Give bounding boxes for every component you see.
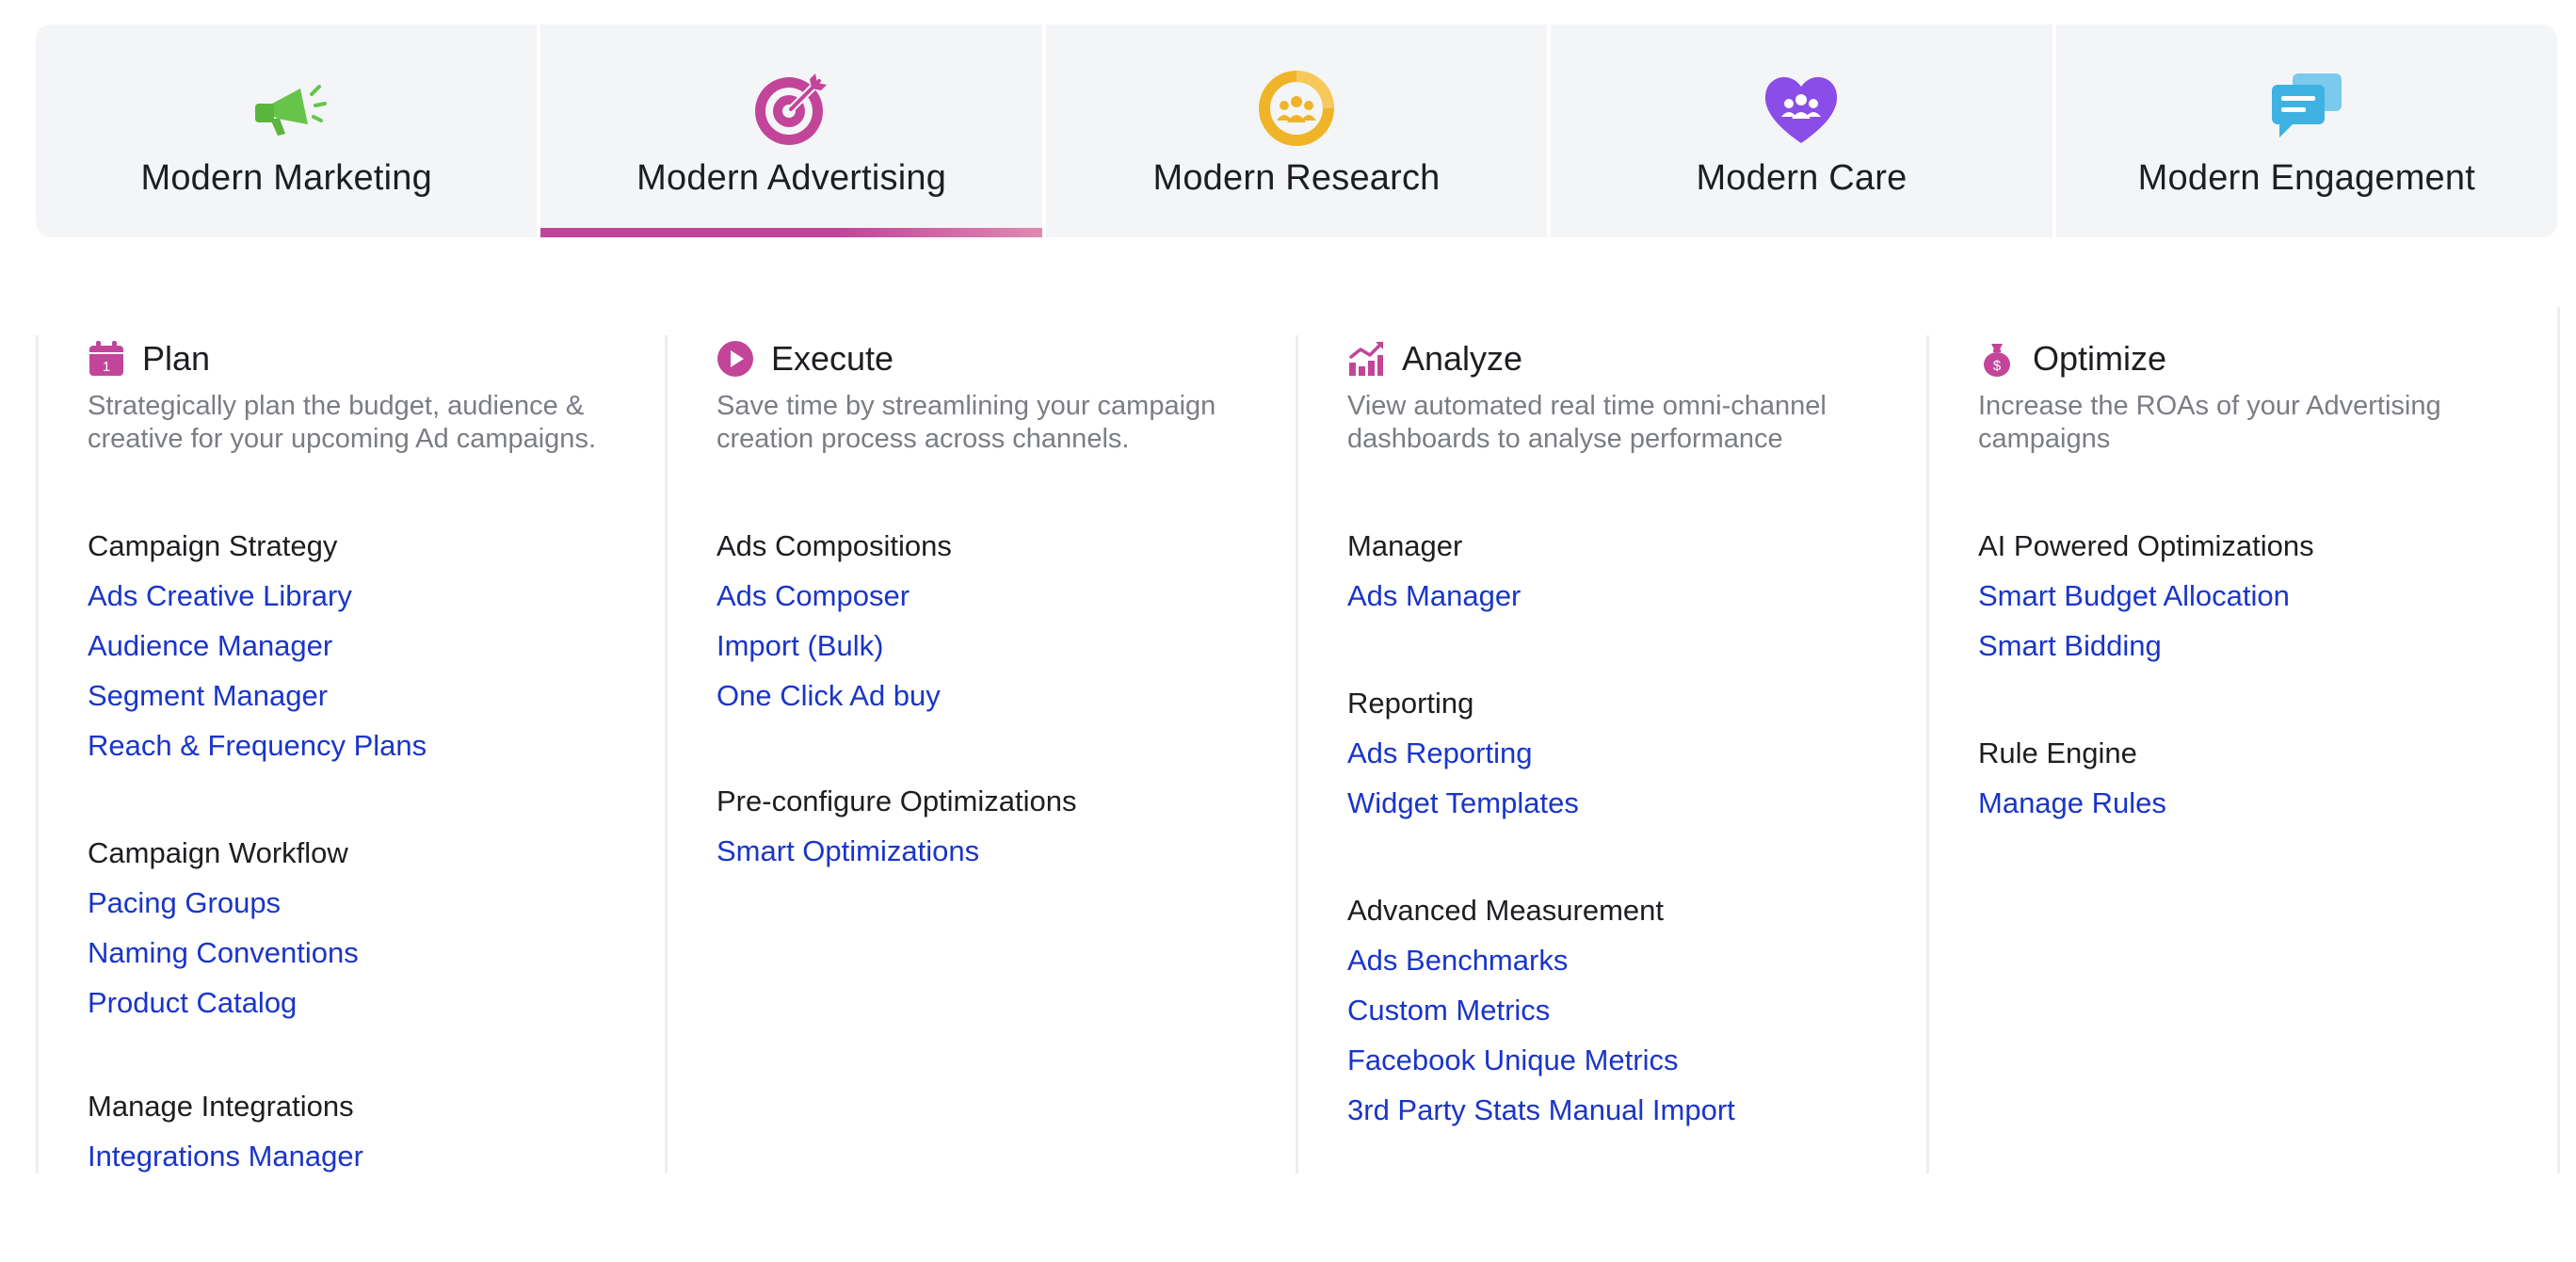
group-advanced-measurement: Advanced Measurement Ads Benchmarks Cust…	[1347, 886, 1908, 1135]
group-manage-integrations: Manage Integrations Integrations Manager	[88, 1082, 646, 1181]
tab-modern-marketing[interactable]: Modern Marketing	[36, 24, 538, 237]
link-ads-creative-library[interactable]: Ads Creative Library	[88, 571, 646, 621]
target-icon	[749, 66, 834, 151]
group-title: Manage Integrations	[88, 1090, 354, 1123]
tab-label: Modern Marketing	[140, 158, 432, 198]
column-description: Strategically plan the budget, audience …	[88, 391, 596, 454]
megaphone-icon	[244, 66, 329, 151]
chart-icon	[1347, 340, 1385, 378]
group-campaign-workflow: Campaign Workflow Pacing Groups Naming C…	[88, 829, 646, 1027]
link-pacing-groups[interactable]: Pacing Groups	[88, 878, 646, 928]
group-reporting: Reporting Ads Reporting Widget Templates	[1347, 679, 1908, 828]
group-campaign-strategy: Campaign Strategy Ads Creative Library A…	[88, 522, 646, 770]
column-title: Optimize	[2033, 339, 2167, 378]
svg-text:$: $	[1993, 358, 2002, 374]
link-ads-composer[interactable]: Ads Composer	[716, 571, 1277, 621]
link-3rd-party-stats-manual-import[interactable]: 3rd Party Stats Manual Import	[1347, 1085, 1908, 1135]
link-custom-metrics[interactable]: Custom Metrics	[1347, 985, 1908, 1035]
tab-label: Modern Care	[1696, 158, 1908, 198]
link-segment-manager[interactable]: Segment Manager	[88, 671, 646, 720]
tab-modern-research[interactable]: Modern Research	[1045, 24, 1548, 237]
link-ads-benchmarks[interactable]: Ads Benchmarks	[1347, 935, 1908, 985]
column-optimize: $ Optimize Increase the ROAs of your Adv…	[1926, 335, 2557, 1173]
calendar-icon: 1	[88, 340, 125, 378]
link-smart-optimizations[interactable]: Smart Optimizations	[716, 826, 1277, 876]
group-title: Advanced Measurement	[1347, 894, 1665, 927]
chat-bubbles-icon	[2264, 66, 2349, 151]
group-title: Campaign Strategy	[88, 529, 338, 562]
column-description: View automated real time omni-channel da…	[1347, 391, 1827, 454]
group-title: AI Powered Optimizations	[1978, 529, 2314, 562]
link-reach-frequency-plans[interactable]: Reach & Frequency Plans	[88, 720, 646, 770]
group-title: Ads Compositions	[716, 529, 952, 562]
link-audience-manager[interactable]: Audience Manager	[88, 621, 646, 671]
tab-label: Modern Advertising	[636, 158, 947, 198]
tab-modern-engagement[interactable]: Modern Engagement	[2055, 24, 2557, 237]
column-description: Save time by streamlining your campaign …	[716, 391, 1216, 454]
link-one-click-ad-buy[interactable]: One Click Ad buy	[716, 671, 1277, 720]
product-tabs: Modern Marketing Modern Advertising Mode…	[36, 24, 2557, 237]
mega-menu: Modern Marketing Modern Advertising Mode…	[0, 0, 2576, 1262]
tab-label: Modern Research	[1152, 158, 1441, 198]
link-product-catalog[interactable]: Product Catalog	[88, 978, 646, 1027]
group-title: Campaign Workflow	[88, 836, 348, 869]
money-bag-icon: $	[1978, 340, 2016, 378]
link-ads-manager[interactable]: Ads Manager	[1347, 571, 1908, 621]
column-title: Plan	[142, 339, 211, 378]
column-analyze: Analyze View automated real time omni-ch…	[1296, 335, 1926, 1173]
tab-modern-care[interactable]: Modern Care	[1551, 24, 2053, 237]
column-execute: Execute Save time by streamlining your c…	[665, 335, 1296, 1173]
tab-label: Modern Engagement	[2137, 158, 2475, 198]
link-import-bulk[interactable]: Import (Bulk)	[716, 621, 1277, 671]
link-smart-bidding[interactable]: Smart Bidding	[1978, 621, 2538, 671]
column-title: Analyze	[1402, 339, 1523, 378]
link-manage-rules[interactable]: Manage Rules	[1978, 778, 2538, 828]
column-title: Execute	[771, 339, 894, 378]
advertising-menu-columns: 1 Plan Strategically plan the budget, au…	[0, 307, 2576, 1173]
link-naming-conventions[interactable]: Naming Conventions	[88, 928, 646, 978]
link-smart-budget-allocation[interactable]: Smart Budget Allocation	[1978, 571, 2538, 621]
group-title: Manager	[1347, 529, 1463, 562]
tab-modern-advertising[interactable]: Modern Advertising	[540, 24, 1042, 237]
group-ads-compositions: Ads Compositions Ads Composer Import (Bu…	[716, 522, 1277, 720]
column-description: Increase the ROAs of your Advertising ca…	[1978, 391, 2441, 454]
play-icon	[716, 340, 754, 378]
group-title: Pre-configure Optimizations	[716, 785, 1077, 817]
column-plan: 1 Plan Strategically plan the budget, au…	[36, 335, 665, 1173]
column-divider	[2557, 307, 2560, 1173]
people-circle-icon	[1254, 66, 1339, 151]
heart-people-icon	[1759, 66, 1843, 151]
group-ai-powered-optimizations: AI Powered Optimizations Smart Budget Al…	[1978, 522, 2538, 671]
link-widget-templates[interactable]: Widget Templates	[1347, 778, 1908, 828]
group-pre-configure-optimizations: Pre-configure Optimizations Smart Optimi…	[716, 777, 1277, 876]
group-title: Rule Engine	[1978, 736, 2137, 769]
group-title: Reporting	[1347, 687, 1474, 720]
active-tab-indicator	[540, 228, 1042, 237]
link-facebook-unique-metrics[interactable]: Facebook Unique Metrics	[1347, 1035, 1908, 1085]
group-manager: Manager Ads Manager	[1347, 522, 1908, 621]
svg-text:1: 1	[103, 359, 110, 375]
link-integrations-manager[interactable]: Integrations Manager	[88, 1131, 646, 1181]
group-rule-engine: Rule Engine Manage Rules	[1978, 729, 2538, 828]
link-ads-reporting[interactable]: Ads Reporting	[1347, 728, 1908, 778]
